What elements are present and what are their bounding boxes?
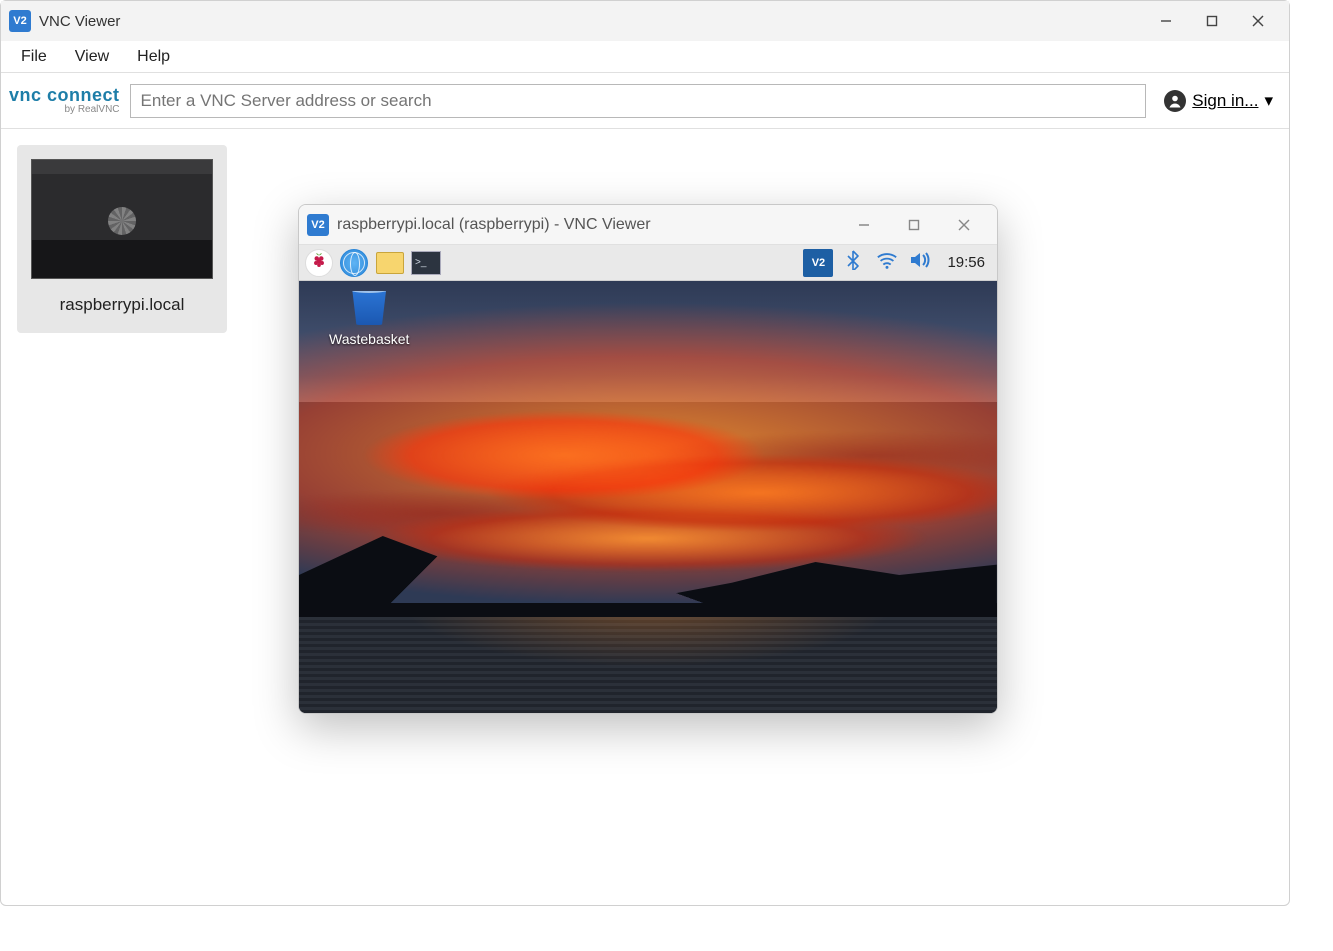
maximize-icon xyxy=(908,219,920,231)
session-window: V2 raspberrypi.local (raspberrypi) - VNC… xyxy=(298,204,998,714)
menubar: File View Help xyxy=(1,41,1289,73)
connection-thumbnail xyxy=(31,159,213,279)
terminal-icon: >_ xyxy=(411,251,441,275)
address-search-input[interactable] xyxy=(130,84,1147,118)
folder-icon xyxy=(376,252,404,274)
minimize-icon xyxy=(1160,15,1172,27)
close-icon xyxy=(958,219,970,231)
tray-volume-icon[interactable] xyxy=(907,251,935,274)
connection-tile[interactable]: raspberrypi.local xyxy=(17,145,227,333)
session-close-button[interactable] xyxy=(939,209,989,241)
tray-wifi-icon[interactable] xyxy=(873,251,901,274)
chevron-down-icon: ▾ xyxy=(1264,91,1273,111)
vnc-app-icon: V2 xyxy=(307,214,329,236)
session-titlebar[interactable]: V2 raspberrypi.local (raspberrypi) - VNC… xyxy=(299,205,997,245)
trash-icon xyxy=(349,291,389,325)
toolbar: vnc connect by RealVNC Sign in... ▾ xyxy=(1,73,1289,129)
browser-button[interactable] xyxy=(339,250,369,276)
wastebasket-icon[interactable]: Wastebasket xyxy=(329,291,409,347)
close-button[interactable] xyxy=(1235,5,1281,37)
globe-icon xyxy=(340,249,368,277)
menu-file[interactable]: File xyxy=(7,44,61,70)
vnc-connect-logo: vnc connect by RealVNC xyxy=(9,86,120,115)
signin-button[interactable]: Sign in... ▾ xyxy=(1156,90,1281,112)
wastebasket-label: Wastebasket xyxy=(329,331,409,347)
maximize-icon xyxy=(1206,15,1218,27)
user-icon xyxy=(1164,90,1186,112)
minimize-icon xyxy=(858,219,870,231)
file-manager-button[interactable] xyxy=(375,250,405,276)
vnc-app-icon: V2 xyxy=(9,10,31,32)
menu-view[interactable]: View xyxy=(61,44,123,70)
close-icon xyxy=(1252,15,1264,27)
tray-clock[interactable]: 19:56 xyxy=(941,254,991,271)
pi-menu-button[interactable] xyxy=(305,249,333,277)
wallpaper-sea xyxy=(299,617,997,713)
session-maximize-button[interactable] xyxy=(889,209,939,241)
session-title: raspberrypi.local (raspberrypi) - VNC Vi… xyxy=(337,216,651,234)
window-title: VNC Viewer xyxy=(39,13,120,30)
maximize-button[interactable] xyxy=(1189,5,1235,37)
pi-taskbar: >_ V2 19:56 xyxy=(299,245,997,281)
minimize-button[interactable] xyxy=(1143,5,1189,37)
connection-label: raspberrypi.local xyxy=(60,295,185,315)
titlebar[interactable]: V2 VNC Viewer xyxy=(1,1,1289,41)
signin-label: Sign in... xyxy=(1192,91,1258,111)
terminal-button[interactable]: >_ xyxy=(411,250,441,276)
tray-vnc-server-icon[interactable]: V2 xyxy=(803,249,833,277)
remote-desktop[interactable]: Wastebasket xyxy=(299,281,997,713)
session-minimize-button[interactable] xyxy=(839,209,889,241)
tray-bluetooth-icon[interactable] xyxy=(839,250,867,275)
menu-help[interactable]: Help xyxy=(123,44,184,70)
raspberry-icon xyxy=(310,251,328,274)
